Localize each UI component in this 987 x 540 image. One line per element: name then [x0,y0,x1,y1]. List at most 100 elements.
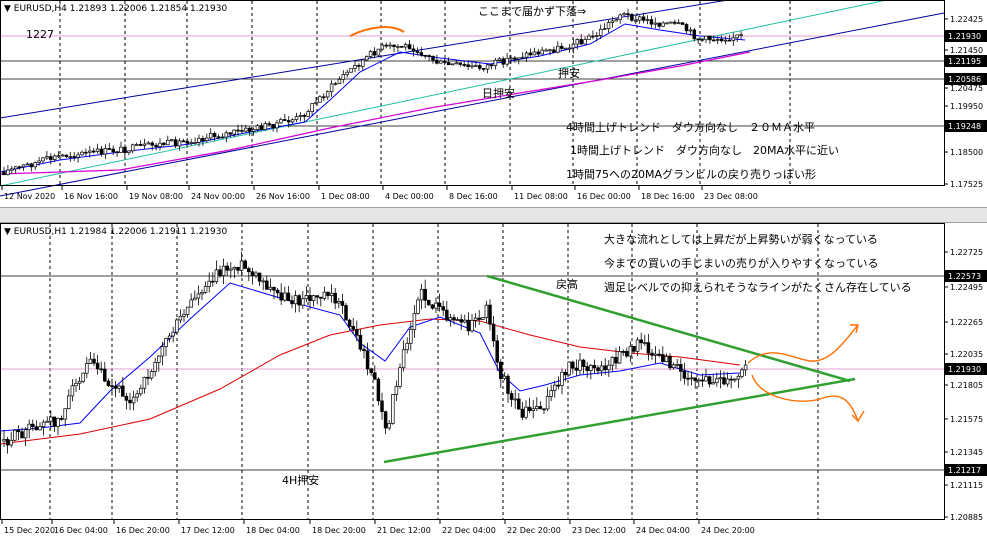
candle-body [679,364,683,372]
candle-body [376,378,381,402]
candle-body [409,329,413,344]
candle-body [365,350,370,370]
candle-body [733,378,737,381]
candle-body [157,355,161,363]
candle-body [95,362,100,370]
candle-body [552,49,556,53]
candle-body [41,157,45,162]
candle-body [124,395,129,401]
candle-body [41,421,46,428]
candle-body [142,143,147,146]
candle-body [614,356,618,364]
candle-body [364,56,369,61]
candle-body [630,14,634,21]
candle-body [524,52,529,58]
candle-body [536,51,541,55]
candle-body [589,365,593,372]
h4-chart-window[interactable]: ▼ EURUSD,H4 1.21893 1.22006 1.21854 1.21… [0,0,987,207]
pane-separator[interactable] [0,207,987,223]
candle-body [394,385,399,395]
candle-body [27,423,31,431]
candle-body [166,139,170,146]
candle-body [373,372,377,380]
h1-chart-window[interactable]: ▼ EURUSD,H1 1.21984 1.22006 1.21911 1.21… [0,223,987,540]
candle-body [736,375,741,380]
candle-body [220,136,225,139]
candle-body [149,371,154,379]
candle-body [664,356,669,363]
time-label: 8 Dec 16:00 [449,192,498,201]
candle-body [669,21,673,24]
candle-body [146,376,150,379]
candle-body [455,319,460,321]
candle-body [556,45,560,53]
candle-body [437,302,442,307]
candle-body [29,163,34,168]
candle-body [103,368,107,382]
h4-note-3: 1時間75への20MAグランビルの戻り売りっぽい形 [566,167,816,181]
candle-body [595,35,599,37]
candle-body [298,115,303,117]
candle-body [293,295,298,305]
time-label: 24 Nov 00:00 [191,192,245,201]
time-label: 18 Dec 20:00 [312,526,366,535]
candle-body [344,305,348,321]
candle-body [632,346,636,352]
candle-body [567,361,571,376]
candle-body [622,13,626,16]
candle-body [513,398,517,401]
candle-body [290,300,294,305]
time-label: 16 Dec 00:00 [577,192,631,201]
candle-body [76,154,80,158]
candle-body [228,132,232,135]
price-label: 1.22725 [950,248,983,257]
candle-body [446,62,451,66]
candle-body [719,38,724,42]
time-label: 22 Dec 04:00 [442,526,496,535]
candle-body [275,289,280,294]
candle-body [279,119,283,124]
candle-body [111,148,115,153]
candle-body [707,376,712,385]
candle-body [649,19,654,25]
candle-body [591,35,595,38]
candle-body [481,68,486,70]
candle-body [520,56,525,59]
candle-body [2,439,6,442]
candle-body [341,74,346,80]
candle-body [571,361,575,369]
candle-body [56,155,61,157]
h1-chart-header: ▼ EURUSD,H1 1.21984 1.22006 1.21911 1.21… [4,227,227,237]
candle-body [509,393,514,400]
candle-body [450,63,455,66]
candle-body [185,306,190,315]
price-label: 1.21345 [950,448,983,457]
candle-body [581,359,586,367]
candle-body [268,286,273,290]
candle-body [88,150,92,153]
candle-body [236,266,240,271]
candle-body [357,65,361,67]
candle-body [372,51,377,56]
candle-body [255,125,260,130]
candle-body [25,163,30,166]
candle-body [427,299,431,306]
candle-body [110,385,114,387]
candle-body [524,406,528,418]
candle-body [646,342,651,354]
candle-body [542,408,546,411]
candle-body [527,406,532,411]
candle-body [16,429,21,433]
candle-body [203,286,208,293]
candle-body [696,38,700,41]
candle-body [283,292,287,301]
candle-body [207,280,211,287]
candle-body [275,122,279,129]
price-label: 1.22035 [950,350,983,359]
candle-body [279,292,283,301]
h4-chart-header: ▼ EURUSD,H4 1.21893 1.22006 1.21854 1.21… [4,4,227,14]
price-label: 1.22265 [950,318,983,327]
candle-body [70,385,75,397]
price-marker-label: 1.19248 [948,122,981,131]
candle-body [626,13,630,15]
